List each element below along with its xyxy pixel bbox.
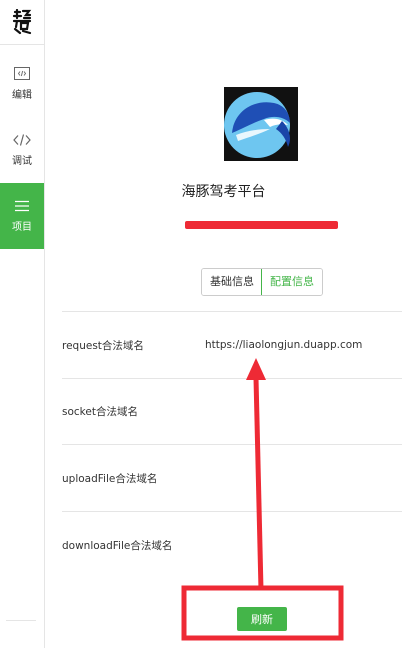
code-icon bbox=[13, 133, 31, 146]
sidebar-item-label: 编辑 bbox=[12, 90, 32, 101]
main-panel: 海豚驾考平台 基础信息 配置信息 request合法域名 https://lia… bbox=[45, 0, 402, 648]
app-name: 海豚驾考平台 bbox=[181, 184, 266, 200]
config-row-socket: socket合法域名 bbox=[62, 378, 402, 445]
sidebar-item-debug[interactable]: 调试 bbox=[0, 117, 44, 183]
sidebar-item-label: 项目 bbox=[12, 221, 32, 233]
config-row-label: uploadFile合法域名 bbox=[62, 472, 158, 485]
app-avatar bbox=[224, 87, 298, 161]
config-row-download-file: downloadFile合法域名 bbox=[62, 512, 402, 578]
config-row-value: https://liaolongjun.duapp.com bbox=[205, 339, 363, 351]
config-row-label: downloadFile合法域名 bbox=[62, 539, 173, 552]
redaction-mark bbox=[185, 221, 338, 229]
sidebar-item-label: 调试 bbox=[12, 155, 32, 167]
sidebar: 编辑 调试 项目 bbox=[0, 0, 45, 648]
edit-icon bbox=[14, 67, 30, 80]
refresh-button[interactable]: 刷新 bbox=[237, 607, 287, 631]
config-row-label: socket合法域名 bbox=[62, 405, 138, 418]
config-row-upload-file: uploadFile合法域名 bbox=[62, 445, 402, 512]
tab-config-info[interactable]: 配置信息 bbox=[261, 269, 322, 295]
info-tabs: 基础信息 配置信息 bbox=[201, 268, 323, 296]
logo bbox=[0, 0, 44, 45]
dolphin-logo-icon bbox=[224, 87, 298, 161]
sidebar-item-edit[interactable]: 编辑 bbox=[0, 51, 44, 117]
config-row-label: request合法域名 bbox=[62, 339, 144, 352]
menu-icon bbox=[15, 200, 29, 211]
logo-icon bbox=[12, 9, 32, 35]
config-row-request: request合法域名 https://liaolongjun.duapp.co… bbox=[62, 311, 402, 379]
sidebar-item-project[interactable]: 项目 bbox=[0, 183, 44, 249]
tab-basic-info[interactable]: 基础信息 bbox=[202, 269, 262, 295]
sidebar-divider bbox=[6, 620, 36, 621]
